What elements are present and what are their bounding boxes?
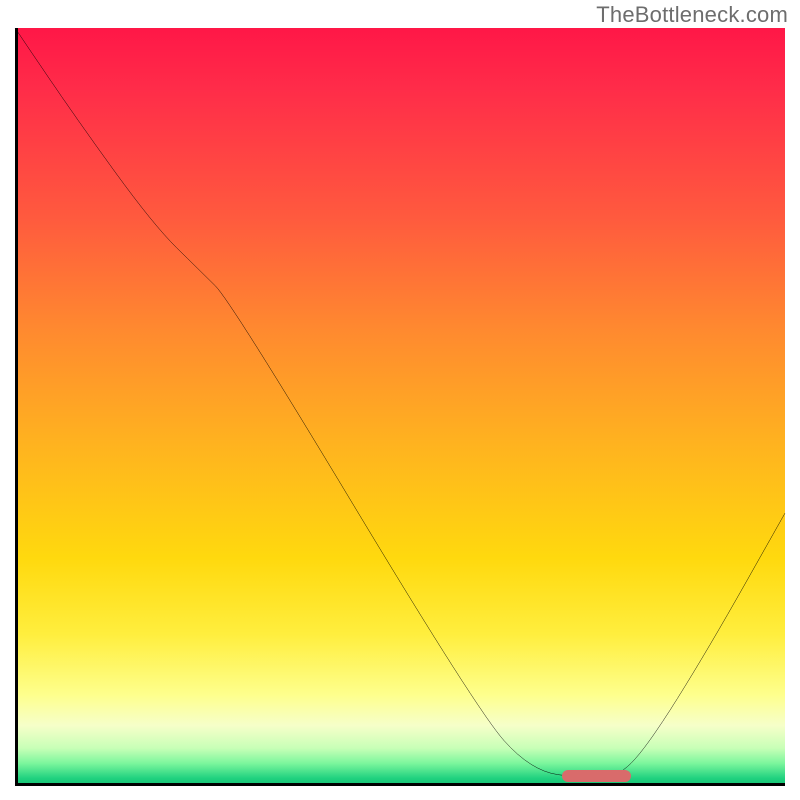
bottleneck-curve: [15, 28, 785, 786]
optimal-range-marker: [562, 770, 631, 782]
plot-area: [15, 28, 785, 786]
watermark-text: TheBottleneck.com: [596, 2, 788, 28]
chart-container: TheBottleneck.com: [0, 0, 800, 800]
curve-path: [15, 28, 785, 778]
